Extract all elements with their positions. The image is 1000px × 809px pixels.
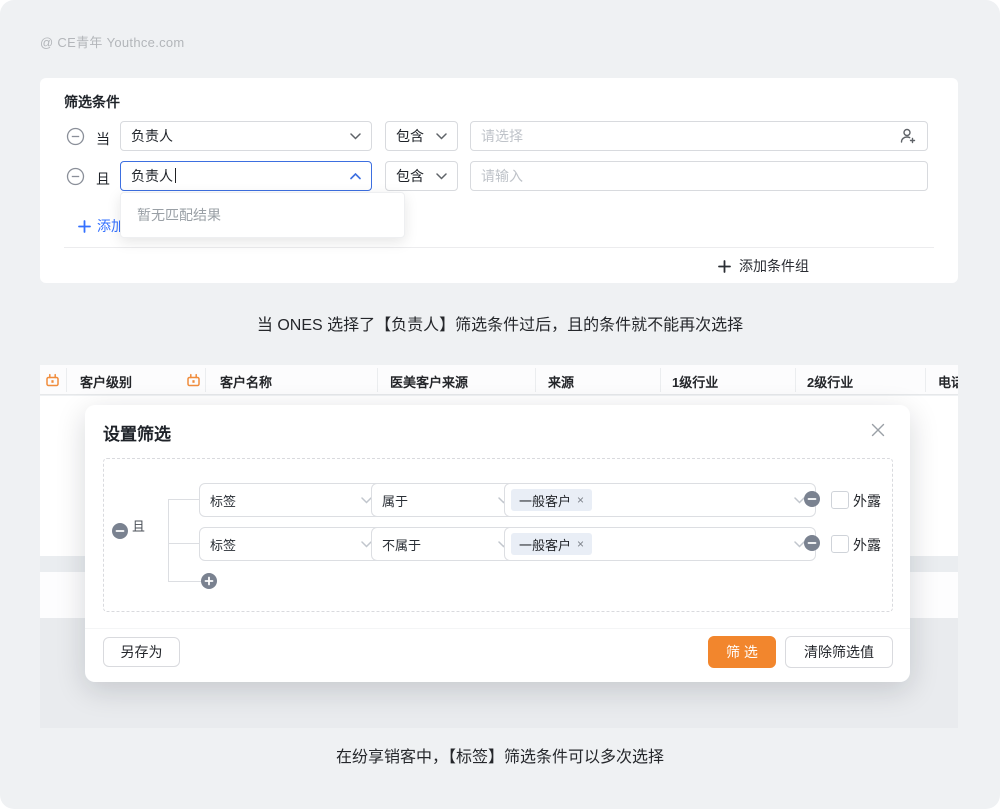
save-as-label: 另存为 [121, 642, 163, 662]
operator-select[interactable]: 不属于 [371, 527, 520, 561]
field-select-value: 负责人 [131, 126, 173, 146]
ones-filter-panel: 筛选条件 当 负责人 包含 请选择 且 负责人 包含 [40, 78, 958, 283]
column-separator [377, 368, 378, 392]
divider [64, 247, 934, 248]
tree-connector [168, 499, 199, 500]
remove-group-button[interactable] [112, 523, 128, 539]
tag-remove-icon[interactable]: × [577, 493, 584, 507]
person-add-icon[interactable] [899, 127, 917, 145]
minus-circle-icon [66, 167, 85, 186]
add-row-button[interactable] [201, 573, 217, 589]
value-text-input[interactable]: 请输入 [470, 161, 928, 191]
chevron-down-icon [436, 173, 447, 180]
clear-filter-button[interactable]: 清除筛选值 [785, 636, 893, 668]
remove-row-button[interactable] [804, 491, 820, 507]
column-separator [795, 368, 796, 392]
minus-icon [807, 538, 817, 548]
lock-column-icon[interactable] [186, 372, 201, 392]
watermark: @ CE青年 Youthce.com [40, 32, 185, 51]
add-condition-group-button[interactable]: 添加条件组 [718, 256, 809, 276]
tree-connector [168, 543, 199, 544]
column-separator [660, 368, 661, 392]
save-as-button[interactable]: 另存为 [103, 637, 180, 667]
minus-icon [807, 494, 817, 504]
chevron-up-icon [350, 173, 361, 180]
column-header[interactable]: 2级行业 [807, 372, 853, 391]
operator-select[interactable]: 包含 [385, 161, 458, 191]
condition-prefix: 当 [96, 129, 110, 149]
expose-checkbox[interactable] [831, 535, 849, 553]
operator-select-value: 包含 [396, 126, 424, 146]
lock-column-icon[interactable] [45, 372, 60, 392]
plus-icon [718, 260, 731, 273]
tree-connector [168, 499, 169, 581]
expose-label: 外露 [853, 535, 881, 555]
plus-icon [78, 220, 91, 233]
caption-fxiaoke: 在纷享销客中，【标签】筛选条件可以多次选择 [0, 743, 1000, 767]
text-caret [175, 168, 176, 183]
filter-button[interactable]: 筛 选 [708, 636, 776, 668]
table-header: 客户级别 客户名称 医美客户来源 来源 1级行业 2级行业 电话 [40, 365, 958, 395]
clear-filter-label: 清除筛选值 [804, 642, 874, 662]
column-separator [535, 368, 536, 392]
operator-select[interactable]: 包含 [385, 121, 458, 151]
value-tag: 一般客户× [511, 489, 592, 511]
operator-select-value: 不属于 [382, 535, 421, 554]
field-select-focused[interactable]: 负责人 [120, 161, 372, 191]
column-header[interactable]: 客户名称 [220, 372, 272, 391]
modal-footer-divider [85, 628, 910, 629]
column-header[interactable]: 来源 [548, 372, 574, 391]
page: @ CE青年 Youthce.com 筛选条件 当 负责人 包含 请选择 且 负… [0, 0, 1000, 809]
expose-checkbox[interactable] [831, 491, 849, 509]
operator-select[interactable]: 属于 [371, 483, 520, 517]
field-select[interactable]: 标签 [199, 527, 383, 561]
value-select[interactable]: 一般客户× [504, 527, 816, 561]
minus-icon [115, 526, 125, 536]
condition-prefix: 且 [96, 169, 110, 189]
column-header[interactable]: 1级行业 [672, 372, 718, 391]
panel-title: 筛选条件 [64, 92, 120, 112]
column-separator [205, 368, 206, 392]
empty-result-text: 暂无匹配结果 [137, 205, 221, 225]
value-tag: 一般客户× [511, 533, 592, 555]
expose-label: 外露 [853, 491, 881, 511]
logic-operator-label[interactable]: 且 [132, 516, 145, 535]
chevron-down-icon [350, 133, 361, 140]
column-header[interactable]: 客户级别 [80, 372, 132, 391]
filter-label: 筛 选 [726, 642, 758, 662]
remove-row-button[interactable] [804, 535, 820, 551]
column-header[interactable]: 电话 [938, 372, 958, 391]
close-icon[interactable] [867, 419, 889, 441]
field-select-value: 标签 [210, 535, 236, 554]
chevron-down-icon [436, 133, 447, 140]
remove-condition-icon[interactable] [65, 166, 85, 186]
operator-select-value: 包含 [396, 166, 424, 186]
field-select-value: 标签 [210, 491, 236, 510]
value-placeholder: 请选择 [481, 126, 523, 146]
filter-settings-modal: 设置筛选 且 标签 属于 一般客户× [85, 405, 910, 682]
remove-condition-icon[interactable] [65, 126, 85, 146]
value-select-input[interactable]: 请选择 [470, 121, 928, 151]
field-select-value: 负责人 [131, 166, 176, 186]
select-dropdown-panel: 暂无匹配结果 [120, 192, 405, 238]
value-placeholder: 请输入 [481, 166, 523, 186]
plus-icon [204, 576, 214, 586]
value-select[interactable]: 一般客户× [504, 483, 816, 517]
add-condition-group-label: 添加条件组 [739, 256, 809, 276]
caption-ones: 当 ONES 选择了【负责人】筛选条件过后，且的条件就不能再次选择 [0, 311, 1000, 335]
column-header[interactable]: 医美客户来源 [390, 372, 468, 391]
column-separator [66, 368, 67, 392]
field-select[interactable]: 标签 [199, 483, 383, 517]
field-select[interactable]: 负责人 [120, 121, 372, 151]
operator-select-value: 属于 [382, 491, 408, 510]
column-separator [925, 368, 926, 392]
tag-remove-icon[interactable]: × [577, 537, 584, 551]
modal-title: 设置筛选 [103, 420, 171, 445]
minus-circle-icon [66, 127, 85, 146]
filter-group-box: 且 标签 属于 一般客户× 外露 标签 [103, 458, 893, 612]
